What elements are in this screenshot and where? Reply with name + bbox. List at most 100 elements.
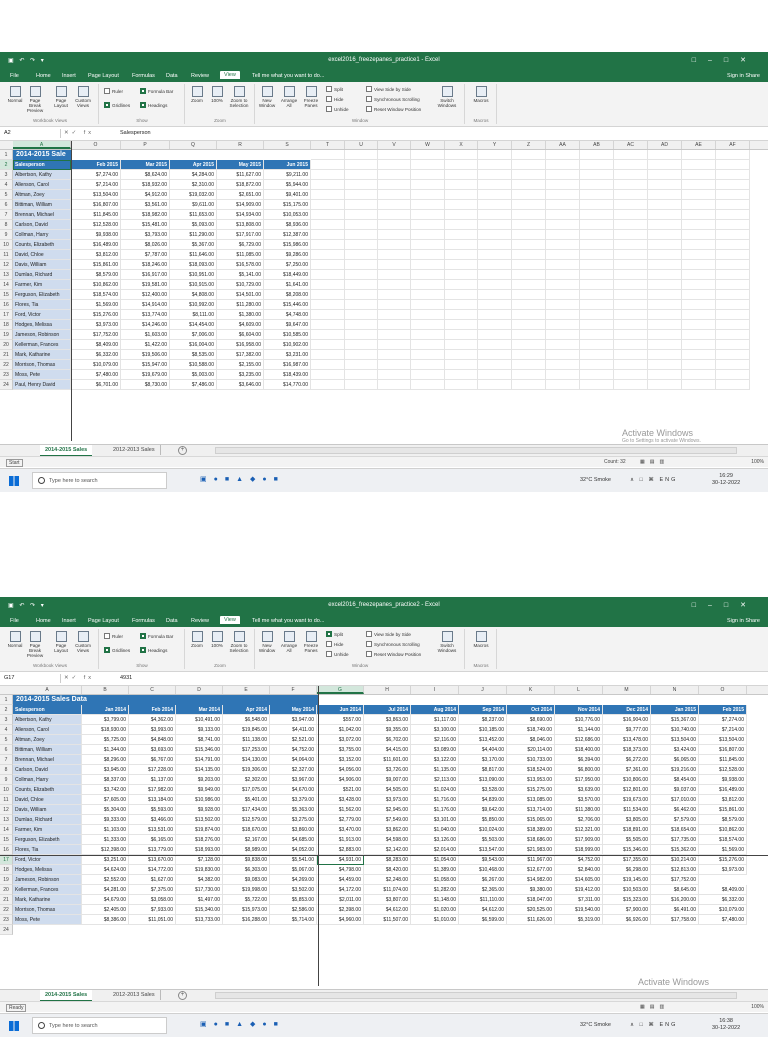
column-header[interactable]: V [378,141,411,149]
salesperson-cell[interactable]: Counts, Elizabeth [13,785,82,795]
sales-value-cell[interactable]: $10,491.00 [176,715,223,725]
salesperson-cell[interactable]: Ferguson, Elizabeth [13,835,82,845]
empty-cell[interactable] [512,330,546,340]
empty-cell[interactable] [378,340,411,350]
empty-cell[interactable] [648,180,682,190]
sheet-tab-2012-2013[interactable]: 2012-2013 Sales [108,990,161,1000]
page-break-preview-button[interactable]: Page Break Preview [24,86,46,113]
sales-value-cell[interactable]: $8,579.00 [699,815,747,825]
sales-value-cell[interactable]: $3,993.00 [129,725,176,735]
tab-page-layout[interactable]: Page Layout [88,618,119,624]
empty-cell[interactable] [311,220,345,230]
empty-cell[interactable] [648,160,682,170]
empty-cell[interactable] [546,210,580,220]
sales-value-cell[interactable]: $5,141.00 [217,270,264,280]
empty-cell[interactable] [580,170,614,180]
unhide-button[interactable]: Unhide [326,106,349,112]
column-header[interactable]: L [555,686,603,694]
empty-cell[interactable] [546,360,580,370]
empty-cell[interactable] [682,210,716,220]
empty-cell[interactable] [445,160,478,170]
empty-cell[interactable] [478,320,512,330]
column-header[interactable]: N [651,686,699,694]
sales-value-cell[interactable]: $3,570.00 [555,795,603,805]
salesperson-cell[interactable]: Carlson, David [13,765,82,775]
empty-cell[interactable] [648,370,682,380]
empty-cell[interactable] [478,170,512,180]
empty-cell[interactable] [716,190,750,200]
sales-value-cell[interactable]: $15,986.00 [264,240,311,250]
sales-value-cell[interactable]: $10,503.00 [603,885,651,895]
sales-value-cell[interactable]: $1,148.00 [411,895,459,905]
empty-cell[interactable] [478,350,512,360]
salesperson-cell[interactable]: Morrison, Thomas [13,360,71,370]
sales-value-cell[interactable]: $2,310.00 [170,180,217,190]
empty-cell[interactable] [311,260,345,270]
sync-scroll-button[interactable]: Synchronous Scrolling [366,96,420,102]
empty-cell[interactable] [311,230,345,240]
empty-cell[interactable] [546,370,580,380]
sales-value-cell[interactable]: $13,184.00 [129,795,176,805]
empty-cell[interactable] [716,160,750,170]
sales-value-cell[interactable]: $5,853.00 [270,895,317,905]
tab-insert[interactable]: Insert [62,73,76,79]
sales-value-cell[interactable]: $10,776.00 [555,715,603,725]
horizontal-scrollbar[interactable] [215,992,737,999]
sales-value-cell[interactable]: $10,079.00 [699,905,747,915]
sales-value-cell[interactable]: $8,645.00 [651,885,699,895]
empty-cell[interactable] [445,260,478,270]
empty-cell[interactable] [512,300,546,310]
empty-cell[interactable] [716,330,750,340]
empty-cell[interactable] [512,210,546,220]
sales-value-cell[interactable]: $13,670.00 [129,855,176,865]
column-header[interactable]: K [507,686,555,694]
empty-cell[interactable] [411,300,445,310]
sales-value-cell[interactable]: $4,752.00 [270,745,317,755]
custom-views-button[interactable]: Custom Views [72,631,94,653]
empty-cell[interactable] [546,330,580,340]
column-header[interactable]: A [13,686,82,694]
month-header[interactable]: Feb 2015 [699,705,747,715]
sales-value-cell[interactable]: $3,251.00 [82,855,129,865]
empty-cell[interactable] [614,340,648,350]
sales-value-cell[interactable]: $6,604.00 [217,330,264,340]
column-header[interactable]: AF [716,141,750,149]
tab-data[interactable]: Data [166,618,178,624]
empty-cell[interactable] [614,350,648,360]
empty-cell[interactable] [716,180,750,190]
sales-value-cell[interactable]: $6,462.00 [651,805,699,815]
empty-cell[interactable] [445,230,478,240]
empty-cell[interactable] [682,350,716,360]
empty-cell[interactable] [311,320,345,330]
tab-data[interactable]: Data [166,73,178,79]
sales-value-cell[interactable]: $8,337.00 [82,775,129,785]
row-header[interactable]: 7 [0,210,13,220]
sales-value-cell[interactable]: $11,085.00 [217,250,264,260]
column-header[interactable]: A [13,141,71,149]
sales-value-cell[interactable]: $9,333.00 [82,815,129,825]
empty-cell[interactable] [716,200,750,210]
row-header[interactable]: 10 [0,240,13,250]
row-header[interactable]: 1 [0,695,13,705]
sales-value-cell[interactable]: $3,275.00 [270,815,317,825]
sales-value-cell[interactable]: $4,839.00 [459,795,507,805]
empty-cell[interactable] [411,310,445,320]
sales-value-cell[interactable]: $19,874.00 [176,825,223,835]
salesperson-cell[interactable]: Collman, Harry [13,775,82,785]
sales-value-cell[interactable]: $11,380.00 [555,805,603,815]
sales-value-cell[interactable]: $18,982.00 [121,210,170,220]
sales-value-cell[interactable]: $2,155.00 [217,360,264,370]
column-header[interactable]: G [317,686,364,694]
empty-cell[interactable] [445,180,478,190]
sales-value-cell[interactable]: $17,434.00 [223,805,270,815]
empty-cell[interactable] [580,240,614,250]
empty-cell[interactable] [648,270,682,280]
worksheet-grid[interactable]: A O P Q R S T U V W X Y Z AA AB AC AD AE AF 1 2 3 4 5 6 7 8 9 10 11 12… [0,141,768,443]
sales-value-cell[interactable]: $9,777.00 [603,725,651,735]
empty-cell[interactable] [512,280,546,290]
sales-value-cell[interactable]: $13,733.00 [176,915,223,925]
sales-value-cell[interactable]: $557.00 [317,715,364,725]
sales-value-cell[interactable]: $7,274.00 [71,170,121,180]
headings-checkbox[interactable]: Headings [140,102,167,108]
sales-value-cell[interactable]: $17,253.00 [223,745,270,755]
